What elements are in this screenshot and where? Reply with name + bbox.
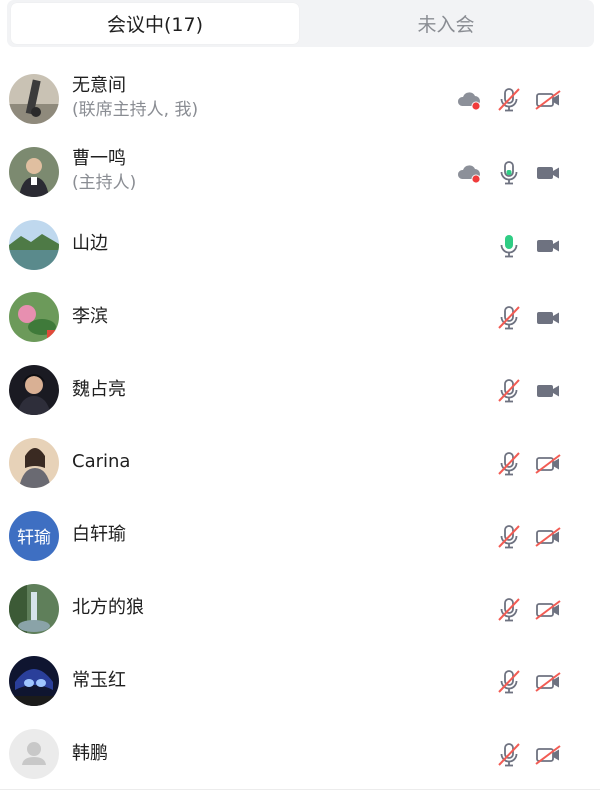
camera-icon[interactable]: [534, 378, 562, 404]
avatar: [9, 292, 59, 343]
mic-muted-icon[interactable]: [496, 524, 522, 550]
mic-icon[interactable]: [496, 160, 522, 186]
avatar-initials: 轩瑜: [17, 528, 51, 549]
participant-row[interactable]: Carina: [0, 426, 600, 499]
participant-row[interactable]: 北方的狼: [0, 572, 600, 645]
avatar: [9, 146, 59, 197]
participant-name: 魏占亮: [72, 378, 126, 400]
mic-muted-icon[interactable]: [496, 451, 522, 477]
avatar: [9, 219, 59, 270]
participant-name: 常玉红: [72, 669, 126, 691]
camera-icon[interactable]: [534, 305, 562, 331]
camera-icon[interactable]: [534, 160, 562, 186]
participant-row[interactable]: 常玉红: [0, 644, 600, 717]
mic-muted-icon[interactable]: [496, 597, 522, 623]
participant-name: 北方的狼: [72, 596, 144, 618]
participant-row[interactable]: 韩鹏: [0, 717, 600, 790]
participant-row[interactable]: 魏占亮: [0, 353, 600, 426]
participant-role: (主持人): [72, 173, 137, 194]
participant-name: 无意间: [72, 75, 126, 97]
cloud-recording-icon[interactable]: [456, 87, 482, 113]
mic-muted-icon[interactable]: [496, 87, 522, 113]
participant-name: 山边: [72, 232, 108, 254]
mic-muted-icon[interactable]: [496, 669, 522, 695]
participant-row[interactable]: 山边: [0, 208, 600, 281]
avatar: [9, 583, 59, 634]
participant-row[interactable]: 李滨: [0, 280, 600, 353]
camera-off-icon[interactable]: [534, 524, 562, 550]
mic-speaking-icon[interactable]: [496, 233, 522, 259]
participant-name: 白轩瑜: [72, 524, 126, 546]
avatar: 轩瑜: [9, 510, 59, 561]
tab-in-meeting[interactable]: 会议中(17): [11, 3, 299, 44]
tab-not-joined[interactable]: 未入会: [302, 3, 590, 44]
participant-row[interactable]: 轩瑜 白轩瑜: [0, 499, 600, 572]
participant-row[interactable]: 无意间 (联席主持人, 我): [0, 62, 600, 135]
avatar: [9, 74, 59, 124]
mic-muted-icon[interactable]: [496, 742, 522, 768]
mic-muted-icon[interactable]: [496, 378, 522, 404]
cloud-recording-icon[interactable]: [456, 160, 482, 186]
participant-name: 韩鹏: [72, 742, 108, 764]
avatar: [9, 437, 59, 488]
camera-off-icon[interactable]: [534, 451, 562, 477]
camera-icon[interactable]: [534, 233, 562, 259]
participant-name: 曹一鸣: [72, 148, 126, 170]
participant-row[interactable]: 曹一鸣 (主持人): [0, 135, 600, 208]
participant-name: Carina: [72, 451, 131, 473]
camera-off-icon[interactable]: [534, 87, 562, 113]
camera-off-icon[interactable]: [534, 742, 562, 768]
avatar: [9, 729, 59, 780]
participant-role: (联席主持人, 我): [72, 100, 199, 121]
participant-tabs: 会议中(17) 未入会: [7, 0, 594, 47]
avatar: [9, 365, 59, 416]
camera-off-icon[interactable]: [534, 669, 562, 695]
camera-off-icon[interactable]: [534, 597, 562, 623]
participant-list: 无意间 (联席主持人, 我) 曹一鸣 (主持人) 山边 李滨 魏占亮 Carin…: [0, 62, 600, 790]
avatar: [9, 656, 59, 707]
participant-name: 李滨: [72, 305, 108, 327]
mic-muted-icon[interactable]: [496, 305, 522, 331]
divider: [0, 789, 600, 790]
